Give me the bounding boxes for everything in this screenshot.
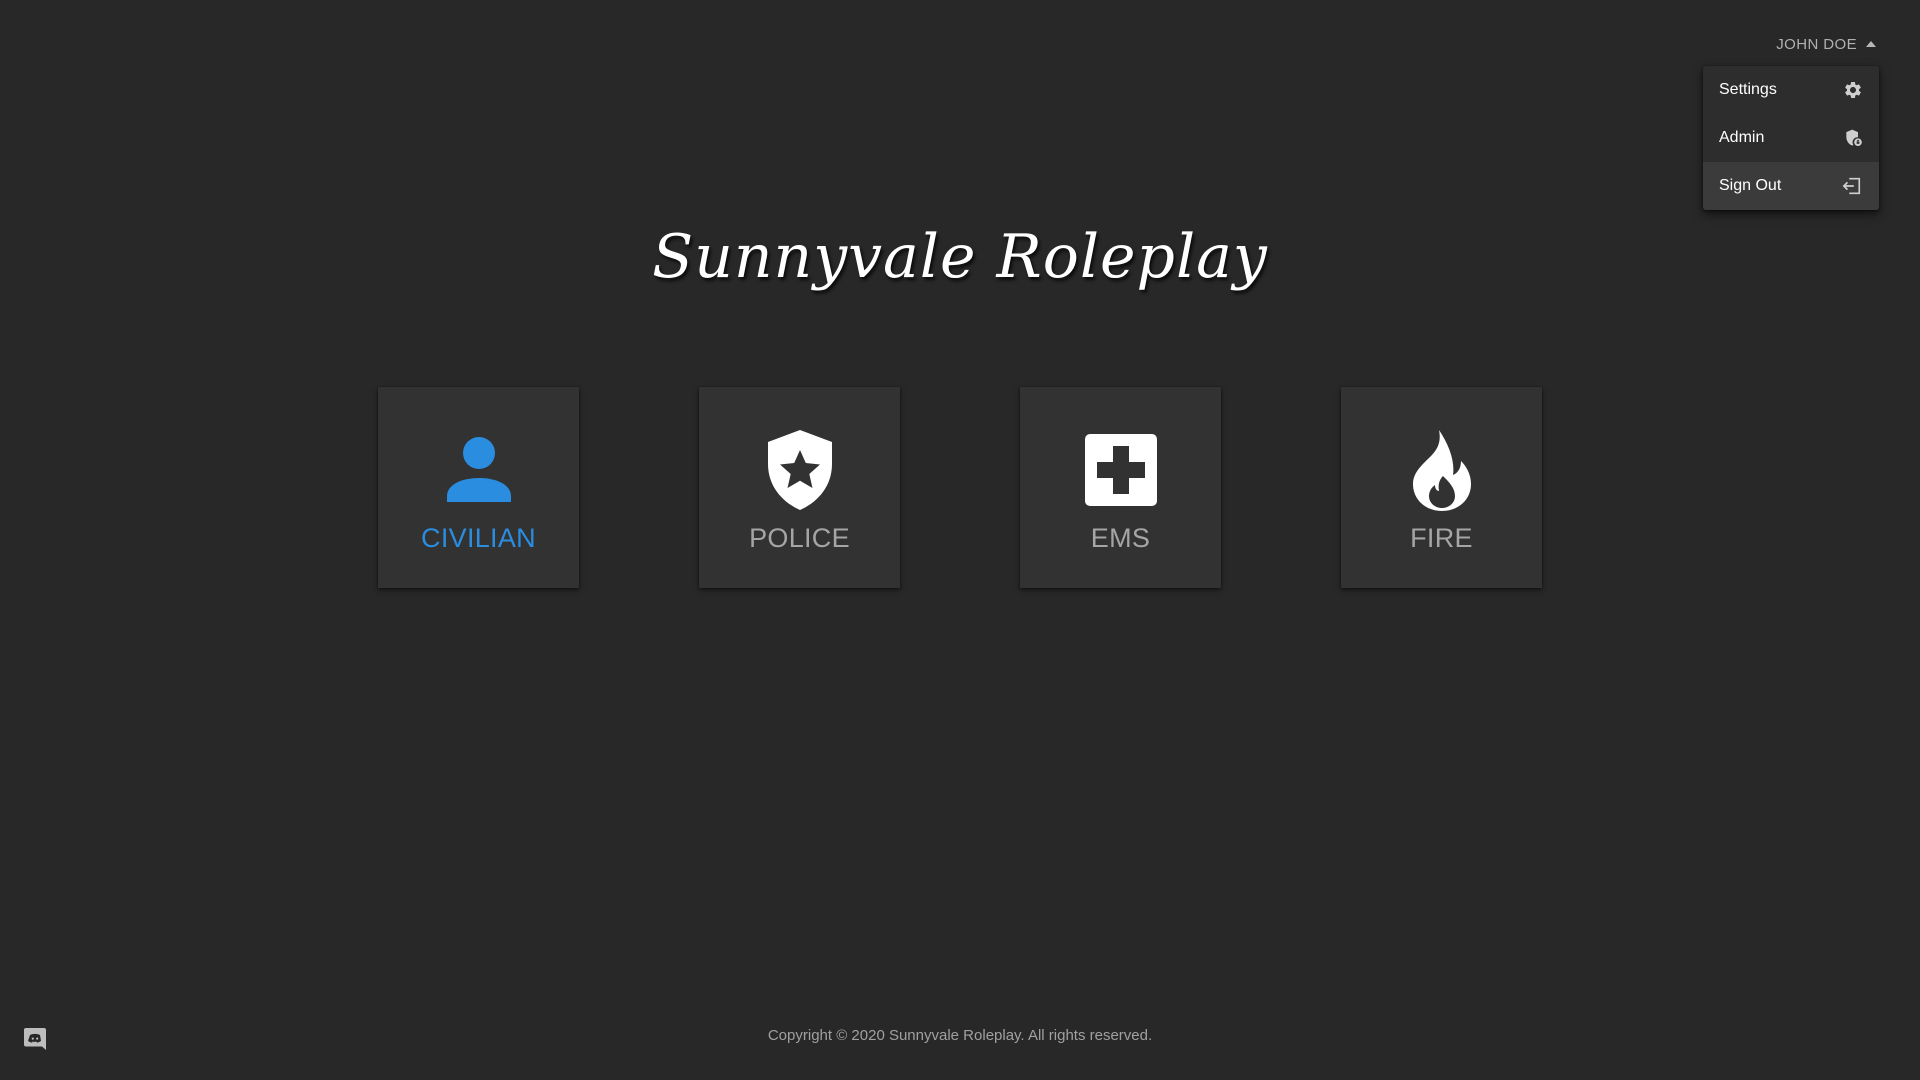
brand-title: Sunnyvale Roleplay xyxy=(652,222,1268,292)
department-card-ems[interactable]: EMS xyxy=(1020,387,1221,588)
menu-item-sign-out[interactable]: Sign Out xyxy=(1703,162,1879,210)
person-icon xyxy=(436,427,522,513)
department-card-civilian[interactable]: CIVILIAN xyxy=(378,387,579,588)
user-menu-toggle[interactable]: JOHN DOE xyxy=(1776,30,1876,58)
department-card-fire[interactable]: FIRE xyxy=(1341,387,1542,588)
gear-icon xyxy=(1843,80,1863,100)
department-card-police[interactable]: POLICE xyxy=(699,387,900,588)
landing-page: JOHN DOE Settings Admin Sign Out Sunnyva… xyxy=(0,0,1920,1080)
flame-icon xyxy=(1399,427,1485,513)
menu-item-label: Sign Out xyxy=(1719,177,1782,194)
menu-item-settings[interactable]: Settings xyxy=(1703,66,1879,114)
medical-cross-icon xyxy=(1078,427,1164,513)
menu-item-admin[interactable]: Admin xyxy=(1703,114,1879,162)
shield-lock-icon xyxy=(1843,128,1863,148)
caret-up-icon xyxy=(1866,40,1876,47)
department-label: CIVILIAN xyxy=(421,523,536,553)
department-label: EMS xyxy=(1090,523,1151,553)
menu-item-label: Admin xyxy=(1719,129,1765,146)
sign-out-icon xyxy=(1841,176,1863,196)
footer-copyright: Copyright © 2020 Sunnyvale Roleplay. All… xyxy=(767,1027,1153,1044)
user-dropdown-menu: Settings Admin Sign Out xyxy=(1703,66,1879,210)
menu-item-label: Settings xyxy=(1719,81,1777,98)
police-shield-star-icon xyxy=(757,427,843,513)
department-label: FIRE xyxy=(1410,523,1473,553)
department-label: POLICE xyxy=(749,523,850,553)
user-name: JOHN DOE xyxy=(1776,35,1857,53)
